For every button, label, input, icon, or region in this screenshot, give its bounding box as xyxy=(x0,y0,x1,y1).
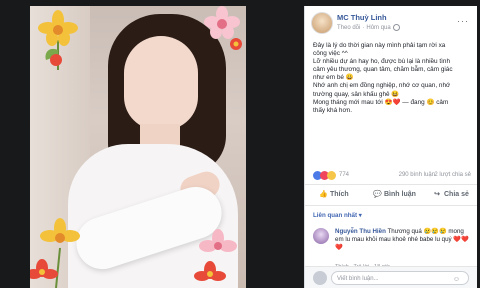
post-photo[interactable] xyxy=(30,6,246,288)
post-time[interactable]: Hôm qua xyxy=(366,25,390,31)
comment-label: Bình luận xyxy=(384,191,416,198)
share-arrow-icon: ↪ xyxy=(434,191,440,198)
comment-input[interactable]: Viết bình luận... ☺ xyxy=(331,271,469,285)
like-button[interactable]: 👍 Thích xyxy=(319,190,349,198)
action-bar: 👍 Thích 💬 Bình luận ↪ Chia sẻ xyxy=(305,184,477,206)
comment-count[interactable]: 290 bình luận xyxy=(399,172,435,178)
post-text: Đây là lý do thời gian này mình phải tạm… xyxy=(313,42,471,115)
emoji-icon[interactable]: ☺ xyxy=(453,273,460,287)
comment-input-placeholder: Viết bình luận... xyxy=(337,276,379,282)
reply-bar: Viết bình luận... ☺ xyxy=(305,266,477,288)
like-label: Thích xyxy=(330,191,349,198)
author-avatar[interactable] xyxy=(311,12,333,34)
comment-button[interactable]: 💬 Bình luận xyxy=(373,190,416,198)
share-button[interactable]: ↪ Chia sẻ xyxy=(433,190,469,198)
flower-sticker-icon xyxy=(194,229,237,281)
post-header: MC Thuỳ Linh Theo dõi · Hôm qua ··· xyxy=(305,6,477,38)
thumbs-up-icon: 👍 xyxy=(319,191,328,198)
post-text-line: công việc ^^ xyxy=(313,50,348,58)
flower-sticker-icon xyxy=(204,6,242,50)
share-count[interactable]: 2 lượt chia sẻ xyxy=(434,172,471,178)
post-text-line: trường quay, sân khấu ghê 😆 xyxy=(313,90,400,98)
follow-link[interactable]: Theo dõi xyxy=(337,25,360,31)
comment-bubble-icon: 💬 xyxy=(373,191,382,198)
reaction-stats: 774 290 bình luận 2 lượt chia sẻ xyxy=(313,171,471,181)
post-text-line: Nhớ anh chị em đồng nghiệp, nhớ cơ quan,… xyxy=(313,82,451,90)
globe-icon xyxy=(392,24,400,31)
author-name[interactable]: MC Thuỳ Linh xyxy=(337,13,387,22)
comment-body: Nguyễn Thu Hiền Thương quá 😢😢😢 mong em l… xyxy=(335,228,471,252)
comment-sort-dropdown[interactable]: Liên quan nhất ▾ xyxy=(313,212,362,219)
viewer-background xyxy=(246,0,304,288)
commenter-name[interactable]: Nguyễn Thu Hiền xyxy=(335,228,386,235)
post-meta: Theo dõi · Hôm qua xyxy=(337,24,400,31)
post-text-line: Mong tháng mới mau tới 😍❤️ — đang 😊 cảm xyxy=(313,98,449,106)
share-label: Chia sẻ xyxy=(444,191,469,198)
current-user-avatar xyxy=(313,271,327,285)
photo-face xyxy=(124,36,198,130)
haha-reaction-icon xyxy=(327,171,336,180)
post-text-line: Đây là lý do thời gian này mình phải tạm… xyxy=(313,42,446,49)
flower-sticker-icon xyxy=(30,218,80,288)
post-panel: MC Thuỳ Linh Theo dõi · Hôm qua ··· Đây là… xyxy=(304,6,477,288)
more-options-icon[interactable]: ··· xyxy=(457,16,469,26)
reaction-count[interactable]: 774 xyxy=(339,172,349,178)
flower-sticker-icon xyxy=(38,10,78,70)
post-text-line: thấy khá hơn. xyxy=(313,106,353,114)
commenter-avatar[interactable] xyxy=(313,228,329,244)
